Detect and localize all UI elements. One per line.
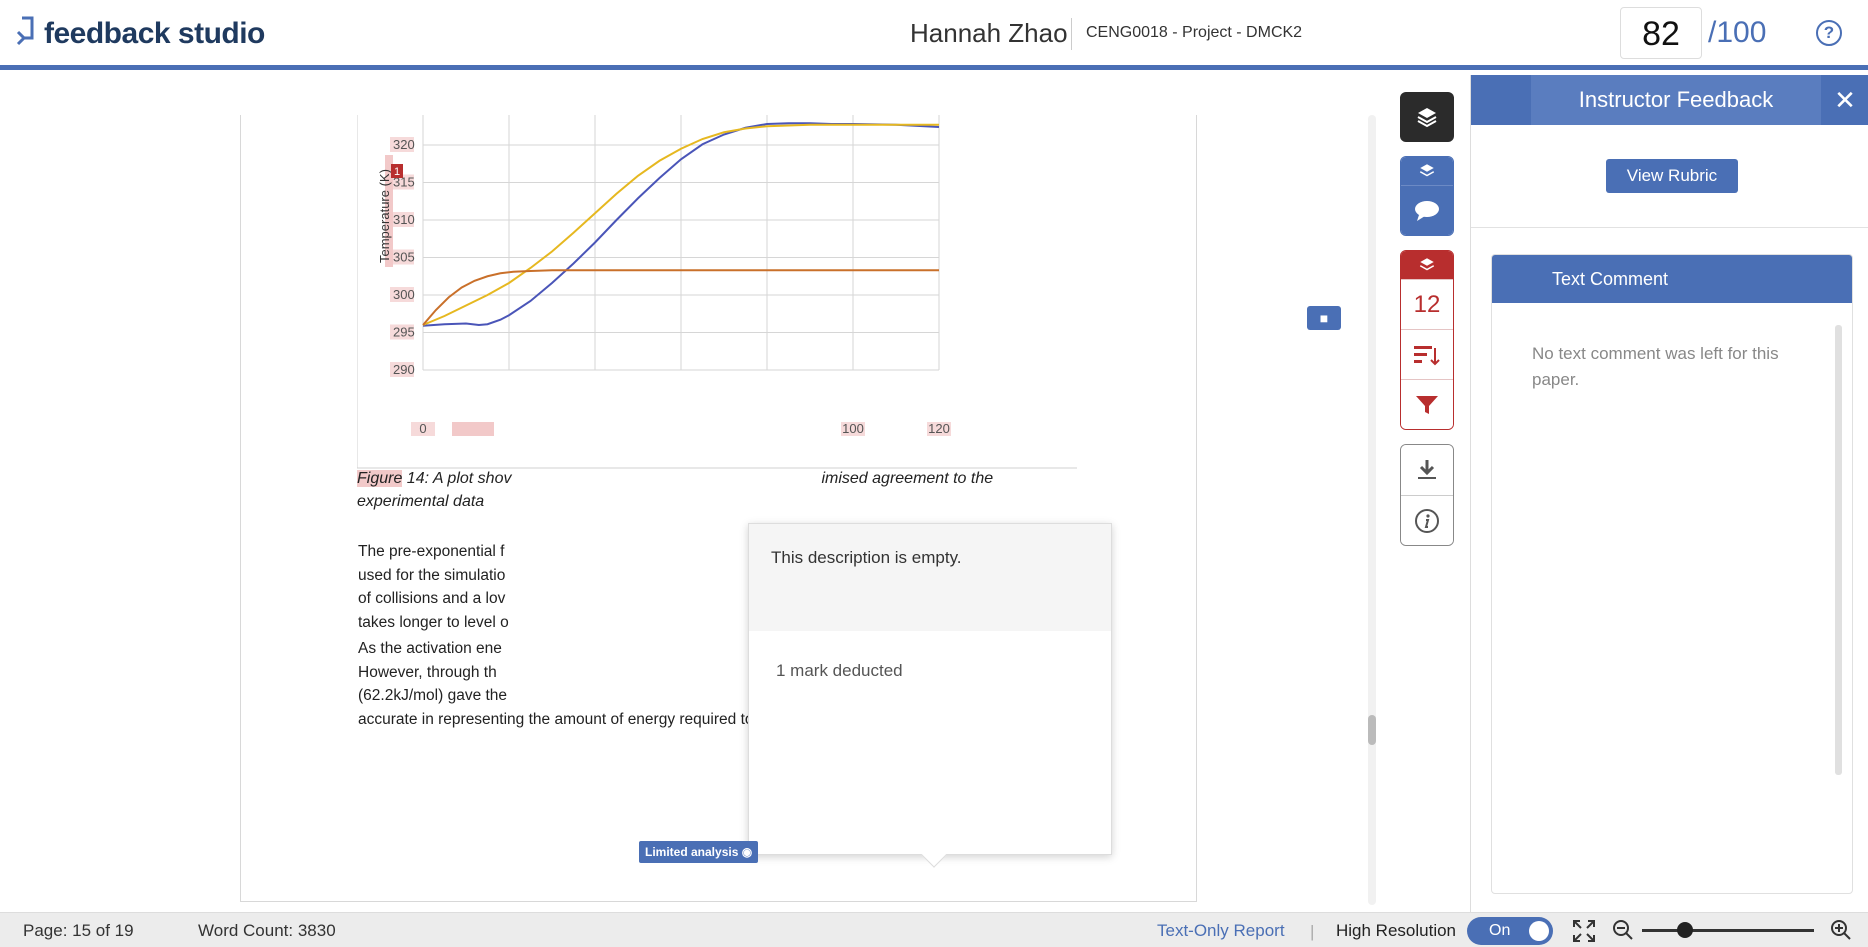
popup-arrow — [921, 842, 947, 868]
status-separator: | — [1310, 922, 1315, 941]
score-total: /100 — [1708, 16, 1767, 49]
comment-bubble-icon: ◉ — [741, 845, 753, 859]
download-icon — [1418, 460, 1436, 479]
zoom-in-icon[interactable] — [1830, 919, 1852, 941]
page-info: Page: 15 of 19 — [23, 921, 134, 940]
side-panel-divider — [1471, 227, 1868, 228]
paragraph-2-line-left: As the activation ene — [358, 640, 502, 657]
document-viewer: 320 315 310 305 300 295 290 0 100 120 Temperatur… — [0, 75, 1390, 912]
chart-grid — [422, 115, 940, 371]
figure-caption: Figure 14: A plot shov imised agreement t… — [357, 467, 1077, 513]
text-comment-card: Text Comment No text comment was left fo… — [1491, 254, 1853, 894]
top-header: feedback studio Hannah Zhao CENG0018 - P… — [0, 0, 1868, 70]
word-count: Word Count: 3830 — [198, 921, 336, 940]
y-tick-label: 320 — [393, 137, 415, 152]
grading-layer-group — [1400, 156, 1454, 236]
toggle-state: On — [1489, 922, 1511, 939]
y-tick-label: 305 — [393, 250, 415, 265]
similarity-score-button[interactable]: 12 — [1401, 279, 1453, 329]
chart-svg: 320315310305300295290 0 100 120 Temperatur… — [357, 115, 1077, 469]
logo-icon — [16, 16, 34, 46]
text-comment-scrollbar[interactable] — [1835, 325, 1842, 775]
similarity-layers-icon[interactable] — [1401, 251, 1453, 279]
high-resolution-label: High Resolution — [1336, 921, 1457, 940]
y-tick-label: 290 — [393, 362, 415, 377]
paragraph-2-line-left: However, through th — [358, 663, 497, 681]
figure-caption-line2: experimental data — [357, 493, 485, 510]
quickmark-tag[interactable]: Limited analysis ◉ — [639, 841, 759, 863]
tool-column: 12 — [1400, 92, 1454, 546]
instructor-feedback-panel: Instructor Feedback ✕ View Rubric Text C… — [1470, 75, 1868, 912]
score-input[interactable]: 82 — [1620, 7, 1702, 59]
figure-caption-word[interactable]: Figure — [357, 470, 403, 487]
y-tick-label: 295 — [393, 325, 415, 340]
match-overview-button[interactable] — [1401, 329, 1453, 379]
similarity-count: 12 — [1413, 290, 1441, 318]
download-button[interactable] — [1401, 445, 1453, 495]
close-icon[interactable]: ✕ — [1821, 75, 1868, 125]
text-only-report-link[interactable]: Text-Only Report — [1157, 921, 1285, 941]
view-rubric-button[interactable]: View Rubric — [1606, 159, 1738, 193]
info-icon — [1415, 508, 1439, 533]
chart-comment-icon[interactable]: ■ — [1307, 306, 1341, 330]
y-tick-label: 300 — [393, 287, 415, 302]
assignment-title: CENG0018 - Project - DMCK2 — [1086, 24, 1303, 41]
feedback-studio-logo[interactable]: feedback studio — [14, 14, 265, 54]
comment-icon — [1415, 200, 1439, 221]
temperature-chart: 320 315 310 305 300 295 290 0 100 120 Temperatur… — [357, 115, 1341, 470]
document-scroll-thumb[interactable] — [1368, 715, 1376, 745]
popup-description: This description is empty. — [749, 524, 1111, 631]
header-divider — [1071, 18, 1072, 50]
filter-button[interactable] — [1401, 379, 1453, 429]
zoom-slider[interactable] — [1642, 922, 1814, 938]
layers-button[interactable] — [1400, 92, 1454, 142]
side-panel-header: Instructor Feedback ✕ — [1471, 75, 1868, 125]
chart-border — [357, 115, 1077, 469]
high-resolution-toggle[interactable]: On — [1467, 917, 1553, 945]
document-page: 320 315 310 305 300 295 290 0 100 120 Temperatur… — [240, 115, 1341, 902]
document-scrollbar[interactable] — [1368, 115, 1376, 905]
text-comment-header: Text Comment — [1492, 255, 1852, 303]
layers-icon — [1417, 108, 1437, 128]
logo-text: feedback studio — [44, 17, 265, 50]
comment-tool-button[interactable] — [1401, 185, 1453, 235]
quickmark-popup[interactable]: This description is empty. 1 mark deduct… — [748, 523, 1112, 868]
zoom-out-icon[interactable] — [1612, 919, 1634, 941]
utility-group — [1400, 444, 1454, 546]
filter-icon — [1416, 395, 1438, 414]
side-panel-title: Instructor Feedback — [1531, 75, 1821, 125]
y-tick-label: 310 — [393, 212, 415, 227]
x-tick-label: 100 — [842, 421, 864, 436]
paragraph-1-line-left: takes longer to level o — [358, 613, 509, 631]
paragraph-1-line-left: of collisions and a lov — [358, 590, 506, 607]
y-axis-label: Temperature (K) — [377, 169, 392, 263]
annotation-badge[interactable]: 1 — [394, 166, 400, 178]
figure-caption-part2: imised agreement to the — [821, 470, 994, 487]
sort-icon — [1414, 345, 1440, 365]
figure-caption-part1: 14: A plot shov — [402, 470, 512, 487]
paragraph-2-line-left: (62.2kJ/mol) gave the — [358, 687, 508, 704]
similarity-layer-group: 12 — [1400, 250, 1454, 430]
text-comment-body: No text comment was left for this paper. — [1532, 344, 1779, 389]
paragraph-1-line-left: The pre-exponential f — [358, 543, 505, 560]
help-icon[interactable]: ? — [1816, 20, 1842, 46]
zoom-slider-knob[interactable] — [1677, 922, 1693, 938]
fullscreen-icon[interactable] — [1572, 919, 1596, 943]
grading-layers-icon[interactable] — [1401, 157, 1453, 185]
toggle-knob — [1529, 921, 1549, 941]
student-name: Hannah Zhao — [910, 18, 1068, 48]
status-bar: Page: 15 of 19 Word Count: 3830 Text-Onl… — [0, 912, 1868, 947]
x-tick-label: 0 — [419, 421, 426, 436]
paragraph-1-line-left: used for the simulatio — [358, 566, 506, 584]
popup-deduction: 1 mark deducted — [776, 661, 903, 680]
quickmark-tag-label: Limited analysis — [645, 845, 739, 859]
x-tick-label: 120 — [928, 421, 950, 436]
info-button[interactable] — [1401, 495, 1453, 545]
xaxis-highlight — [452, 422, 494, 436]
